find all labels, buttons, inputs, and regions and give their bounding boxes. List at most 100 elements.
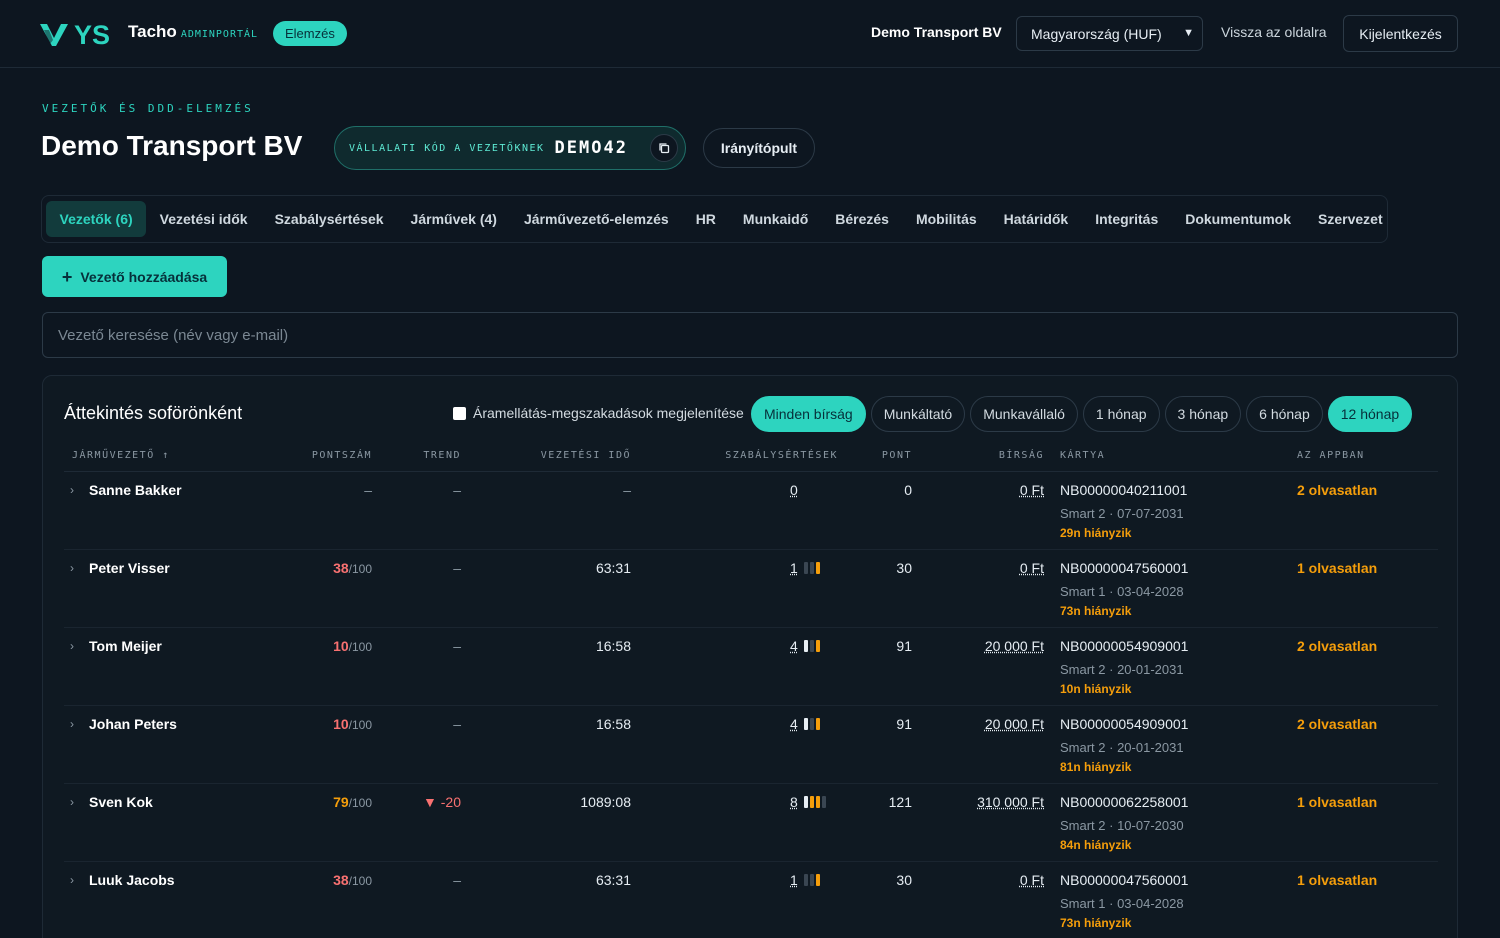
driver-name[interactable]: Tom Meijer [89, 638, 162, 654]
unread-count[interactable]: 1 olvasatlan [1297, 560, 1377, 576]
tab-9[interactable]: Határidők [990, 201, 1082, 237]
unread-count[interactable]: 2 olvasatlan [1297, 716, 1377, 732]
violation-bars [803, 640, 820, 652]
filter-pill-1[interactable]: Munkáltató [870, 396, 966, 432]
table-header: JÁRMŰVEZETŐ ↑ PONTSZÁM TREND VEZETÉSI ID… [64, 446, 1438, 472]
country-select[interactable]: Magyarország (HUF) ▼ [1016, 16, 1203, 51]
violation-count[interactable]: 4 [790, 638, 798, 654]
filter-pill-0[interactable]: Minden bírság [751, 396, 866, 432]
violation-count[interactable]: 1 [790, 560, 798, 576]
unread-count[interactable]: 2 olvasatlan [1297, 482, 1377, 498]
back-link[interactable]: Vissza az oldalra [1221, 24, 1327, 40]
table-row[interactable]: › Peter Visser 38/100 – 63:31 1 30 0 Ft NB000000… [64, 550, 1438, 628]
col-violations[interactable]: SZABÁLYSÉRTÉSEK [725, 450, 838, 461]
driver-name[interactable]: Johan Peters [89, 716, 177, 732]
logo[interactable]: YS [40, 20, 120, 48]
fine-amount[interactable]: 20 000 Ft [985, 716, 1044, 732]
tab-6[interactable]: Munkaidő [729, 201, 821, 237]
expand-chevron-icon[interactable]: › [70, 639, 74, 653]
card-missing-days: 10n hiányzik [1060, 682, 1132, 696]
violation-count[interactable]: 0 [790, 482, 798, 498]
filter-pill-4[interactable]: 3 hónap [1164, 396, 1242, 432]
violations[interactable]: 0 [790, 482, 804, 498]
violations[interactable]: 8 [790, 794, 826, 810]
svg-text:YS: YS [74, 20, 110, 48]
score-denominator: /100 [348, 874, 372, 888]
violations[interactable]: 1 [790, 872, 820, 888]
violation-count[interactable]: 8 [790, 794, 798, 810]
add-driver-button[interactable]: + Vezető hozzáadása [42, 256, 227, 297]
fine-amount[interactable]: 0 Ft [1020, 872, 1044, 888]
power-interruptions-toggle[interactable]: Áramellátás-megszakadások megjelenítése [453, 405, 744, 421]
filter-pill-6[interactable]: 12 hónap [1327, 396, 1413, 432]
violations[interactable]: 4 [790, 638, 820, 654]
company-name: Demo Transport BV [871, 24, 1002, 40]
tab-8[interactable]: Mobilitás [902, 201, 990, 237]
tab-1[interactable]: Vezetési idők [146, 201, 261, 237]
tab-7[interactable]: Bérezés [822, 201, 903, 237]
violation-count[interactable]: 1 [790, 872, 798, 888]
table-row[interactable]: › Sanne Bakker – – – 0 0 0 Ft NB00000040211001 Sm… [64, 472, 1438, 550]
tab-0[interactable]: Vezetők (6) [46, 201, 147, 237]
table-row[interactable]: › Luuk Jacobs 38/100 – 63:31 1 30 0 Ft NB0000004… [64, 862, 1438, 938]
tab-4[interactable]: Járművezető-elemzés [510, 201, 682, 237]
table-row[interactable]: › Johan Peters 10/100 – 16:58 4 91 20 000 Ft NB0… [64, 706, 1438, 784]
driver-search-input[interactable] [42, 312, 1458, 358]
col-fine[interactable]: BÍRSÁG [999, 450, 1044, 461]
expand-chevron-icon[interactable]: › [70, 483, 74, 497]
expand-chevron-icon[interactable]: › [70, 795, 74, 809]
tab-11[interactable]: Dokumentumok [1172, 201, 1305, 237]
driver-name[interactable]: Sven Kok [89, 794, 153, 810]
card-number: NB00000040211001 [1060, 482, 1188, 498]
score-value: 79 [333, 794, 349, 810]
tab-5[interactable]: HR [682, 201, 729, 237]
card-number: NB00000047560001 [1060, 872, 1189, 888]
filter-pill-2[interactable]: Munkavállaló [970, 396, 1078, 432]
expand-chevron-icon[interactable]: › [70, 561, 74, 575]
unread-count[interactable]: 2 olvasatlan [1297, 638, 1377, 654]
unread-count[interactable]: 1 olvasatlan [1297, 872, 1377, 888]
violation-bar [821, 796, 826, 808]
col-driver[interactable]: JÁRMŰVEZETŐ ↑ [72, 450, 170, 461]
card-details: Smart 1 · 03-04-2028 [1060, 896, 1184, 911]
col-trend[interactable]: TREND [423, 450, 461, 461]
tab-12[interactable]: Szervezet [1305, 201, 1397, 237]
chevron-down-icon: ▼ [1183, 27, 1194, 39]
copy-button[interactable] [650, 134, 678, 162]
col-points[interactable]: PONT [882, 450, 912, 461]
score-trend: – [453, 872, 461, 888]
expand-chevron-icon[interactable]: › [70, 717, 74, 731]
filter-pill-5[interactable]: 6 hónap [1246, 396, 1323, 432]
col-drive-time[interactable]: VEZETÉSI IDŐ [541, 450, 631, 461]
driver-name[interactable]: Sanne Bakker [89, 482, 182, 498]
table-row[interactable]: › Sven Kok 79/100 ▼ -20 1089:08 8 121 310 000 F… [64, 784, 1438, 862]
table-row[interactable]: › Tom Meijer 10/100 – 16:58 4 91 20 000 Ft NB000… [64, 628, 1438, 706]
filter-pill-3[interactable]: 1 hónap [1082, 396, 1160, 432]
tab-10[interactable]: Integritás [1082, 201, 1172, 237]
driver-score: 10/100 [333, 638, 372, 654]
card-details: Smart 2 · 10-07-2030 [1060, 818, 1184, 833]
logout-button[interactable]: Kijelentkezés [1343, 15, 1458, 52]
col-score[interactable]: PONTSZÁM [312, 450, 372, 461]
tab-3[interactable]: Járművek (4) [397, 201, 510, 237]
dashboard-button[interactable]: Irányítópult [703, 128, 815, 168]
col-in-app[interactable]: AZ APPBAN [1297, 450, 1365, 461]
violations[interactable]: 1 [790, 560, 820, 576]
violation-count[interactable]: 4 [790, 716, 798, 732]
driver-name[interactable]: Peter Visser [89, 560, 170, 576]
driver-name[interactable]: Luuk Jacobs [89, 872, 175, 888]
checkbox[interactable] [453, 406, 466, 420]
fine-amount[interactable]: 0 Ft [1020, 560, 1044, 576]
tab-bar: Vezetők (6) Vezetési idők Szabálysértések J… [41, 195, 1388, 243]
analysis-badge: Elemzés [273, 21, 347, 46]
tab-2[interactable]: Szabálysértések [261, 201, 397, 237]
col-card[interactable]: KÁRTYA [1060, 450, 1105, 461]
unread-count[interactable]: 1 olvasatlan [1297, 794, 1377, 810]
fine-amount[interactable]: 20 000 Ft [985, 638, 1044, 654]
company-code-label: VÁLLALATI KÓD A VEZETŐKNEK [349, 142, 545, 154]
violation-bar [809, 718, 814, 730]
fine-amount[interactable]: 0 Ft [1020, 482, 1044, 498]
expand-chevron-icon[interactable]: › [70, 873, 74, 887]
fine-amount[interactable]: 310 000 Ft [977, 794, 1044, 810]
violations[interactable]: 4 [790, 716, 820, 732]
